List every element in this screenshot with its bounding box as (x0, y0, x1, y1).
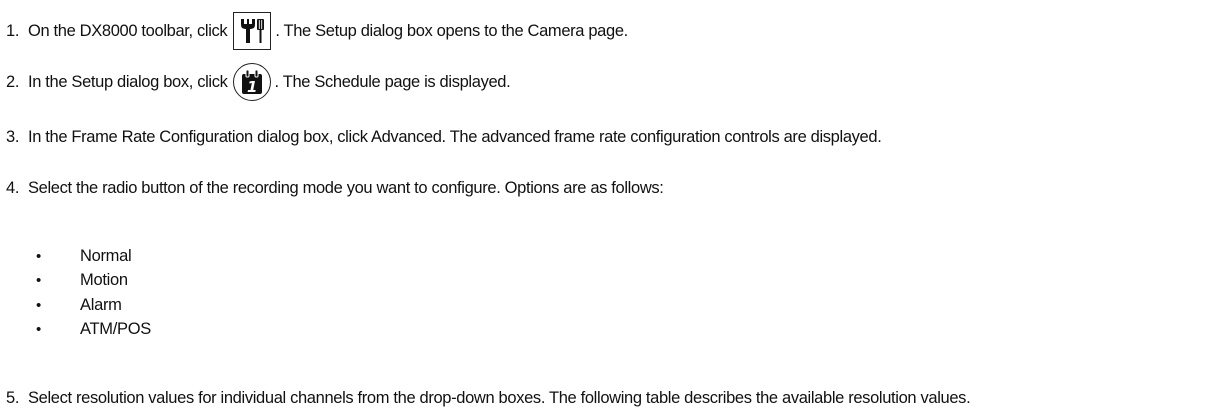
option-label: ATM/POS (80, 320, 151, 339)
step-text: Select resolution values for individual … (28, 389, 971, 407)
schedule-calendar-icon: 1 (232, 63, 271, 101)
step-text: Select the radio button of the recording… (28, 179, 664, 197)
step-number: 1. (6, 21, 20, 40)
bullet: • (36, 272, 41, 290)
option-label: Motion (80, 271, 128, 290)
bullet: • (36, 247, 41, 265)
list-item: • ATM/POS (36, 318, 151, 343)
step-number: 2. (6, 72, 20, 91)
setup-tools-icon (233, 12, 272, 50)
list-item: • Normal (36, 244, 151, 269)
list-item: • Motion (36, 269, 151, 294)
step-text: On the DX8000 toolbar, click (28, 21, 228, 40)
step-3: 3. In the Frame Rate Configuration dialo… (6, 128, 882, 147)
step-1: 1. On the DX8000 toolbar, click . The Se… (6, 12, 628, 50)
step-text-after: . The Setup dialog box opens to the Came… (275, 21, 628, 40)
step-2: 2. In the Setup dialog box, click 1 . Th… (6, 63, 511, 101)
bullet: • (36, 296, 41, 314)
recording-mode-options: • Normal • Motion • Alarm • ATM/POS (36, 244, 151, 342)
document-page: 1. On the DX8000 toolbar, click . The Se… (0, 0, 1228, 418)
option-label: Normal (80, 246, 132, 265)
step-text: In the Setup dialog box, click (28, 72, 228, 91)
list-item: • Alarm (36, 293, 151, 318)
option-label: Alarm (80, 295, 122, 314)
step-number: 4. (6, 179, 20, 197)
step-number: 5. (6, 389, 20, 407)
calendar-glyph: 1 (247, 78, 257, 96)
step-text: In the Frame Rate Configuration dialog b… (28, 128, 882, 146)
step-4: 4. Select the radio button of the record… (6, 179, 664, 198)
bullet: • (36, 321, 41, 339)
step-number: 3. (6, 128, 20, 146)
step-5: 5. Select resolution values for individu… (6, 389, 971, 408)
step-text-after: . The Schedule page is displayed. (274, 72, 511, 91)
